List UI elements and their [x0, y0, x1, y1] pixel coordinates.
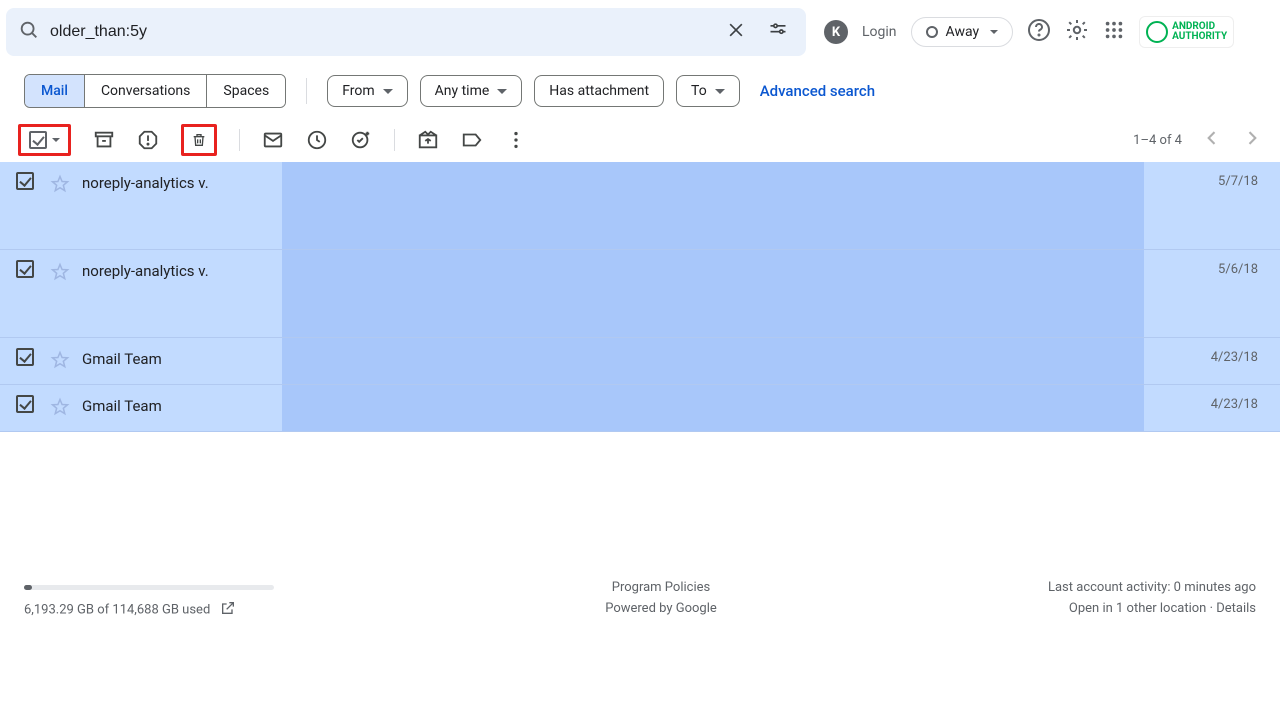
chip-from-label: From — [342, 83, 374, 99]
delete-icon[interactable] — [188, 129, 210, 151]
star-icon[interactable] — [50, 397, 70, 421]
sender: noreply-analytics v. — [82, 260, 282, 280]
archive-icon[interactable] — [93, 129, 115, 151]
status-selector[interactable]: Away — [911, 17, 1014, 47]
apps-grid-icon[interactable] — [1103, 19, 1125, 45]
advanced-search-link[interactable]: Advanced search — [760, 82, 875, 100]
pager-prev-icon[interactable] — [1202, 128, 1222, 152]
pager-range: 1–4 of 4 — [1133, 133, 1182, 148]
chevron-down-icon — [715, 89, 725, 94]
mark-unread-icon[interactable] — [262, 129, 284, 151]
body-preview — [282, 338, 1144, 384]
chip-to[interactable]: To — [676, 75, 740, 107]
footer: 6,193.29 GB of 114,688 GB used Program P… — [0, 578, 1280, 620]
brand-bottom: AUTHORITY — [1172, 32, 1227, 42]
open-other-location[interactable]: Open in 1 other location — [1069, 601, 1206, 616]
row-checkbox[interactable] — [16, 348, 34, 366]
chip-anytime-label: Any time — [435, 83, 490, 99]
date: 4/23/18 — [1144, 395, 1264, 412]
search-input[interactable] — [50, 23, 716, 41]
chevron-down-icon — [990, 30, 998, 34]
header-right: K Login Away ANDROID AUTHORITY — [824, 16, 1242, 48]
divider — [306, 78, 307, 104]
login-link[interactable]: Login — [862, 24, 897, 40]
status-label: Away — [946, 24, 980, 40]
date: 5/7/18 — [1144, 172, 1264, 189]
toolbar-separator — [239, 129, 240, 151]
star-icon[interactable] — [50, 174, 70, 198]
sender: Gmail Team — [82, 395, 282, 415]
chip-to-label: To — [691, 83, 707, 99]
star-icon[interactable] — [50, 262, 70, 286]
labels-icon[interactable] — [461, 129, 483, 151]
pager-next-icon[interactable] — [1242, 128, 1262, 152]
sender: noreply-analytics v. — [82, 172, 282, 192]
body-preview — [282, 385, 1144, 431]
more-menu-icon[interactable] — [505, 129, 527, 151]
android-authority-logo: ANDROID AUTHORITY — [1139, 16, 1234, 48]
search-options-icon[interactable] — [768, 20, 788, 44]
details-link[interactable]: Details — [1216, 601, 1256, 616]
date: 4/23/18 — [1144, 348, 1264, 365]
highlight-delete — [181, 124, 217, 156]
body-preview — [282, 250, 1144, 337]
row-checkbox[interactable] — [16, 172, 34, 190]
storage-section: 6,193.29 GB of 114,688 GB used — [24, 585, 274, 620]
search-icon — [18, 19, 40, 45]
mail-list: noreply-analytics v. 5/7/18 noreply-anal… — [0, 162, 1280, 432]
action-toolbar: 1–4 of 4 — [0, 118, 1280, 162]
search-box[interactable] — [6, 8, 806, 56]
storage-text: 6,193.29 GB of 114,688 GB used — [24, 602, 210, 617]
pager: 1–4 of 4 — [1133, 128, 1262, 152]
row-checkbox[interactable] — [16, 395, 34, 413]
tab-mail[interactable]: Mail — [25, 75, 85, 107]
move-to-icon[interactable] — [417, 129, 439, 151]
account-avatar[interactable]: K — [824, 20, 848, 44]
powered-by: Powered by Google — [605, 599, 717, 620]
filter-chips: From Any time Has attachment To — [327, 75, 740, 107]
tab-spaces[interactable]: Spaces — [207, 75, 285, 107]
chevron-down-icon — [497, 89, 507, 94]
program-policies-link[interactable]: Program Policies — [605, 578, 717, 599]
checkbox-icon — [29, 131, 47, 149]
report-spam-icon[interactable] — [137, 129, 159, 151]
mail-row[interactable]: noreply-analytics v. 5/6/18 — [0, 250, 1280, 338]
tab-conversations[interactable]: Conversations — [85, 75, 207, 107]
add-to-tasks-icon[interactable] — [350, 129, 372, 151]
chip-anytime[interactable]: Any time — [420, 75, 523, 107]
external-link-icon[interactable] — [220, 600, 236, 620]
star-icon[interactable] — [50, 350, 70, 374]
mail-row[interactable]: noreply-analytics v. 5/7/18 — [0, 162, 1280, 250]
filter-row: Mail Conversations Spaces From Any time … — [0, 64, 1280, 118]
last-activity: Last account activity: 0 minutes ago — [1048, 578, 1256, 599]
footer-center: Program Policies Powered by Google — [605, 578, 717, 620]
scope-toggle: Mail Conversations Spaces — [24, 74, 286, 108]
chip-from[interactable]: From — [327, 75, 407, 107]
clear-search-icon[interactable] — [726, 20, 746, 44]
chevron-down-icon — [383, 89, 393, 94]
select-all-checkbox[interactable] — [25, 129, 64, 151]
body-preview — [282, 162, 1144, 249]
status-indicator-icon — [926, 26, 938, 38]
storage-bar — [24, 585, 274, 590]
sender: Gmail Team — [82, 348, 282, 368]
chip-hasatt-label: Has attachment — [549, 83, 649, 99]
top-bar: K Login Away ANDROID AUTHORITY — [0, 0, 1280, 64]
chevron-down-icon — [52, 138, 60, 142]
mail-row[interactable]: Gmail Team 4/23/18 — [0, 385, 1280, 432]
mail-row[interactable]: Gmail Team 4/23/18 — [0, 338, 1280, 385]
chip-hasattachment[interactable]: Has attachment — [534, 75, 664, 107]
footer-right: Last account activity: 0 minutes ago Ope… — [1048, 578, 1256, 620]
date: 5/6/18 — [1144, 260, 1264, 277]
highlight-select-all — [18, 124, 71, 156]
row-checkbox[interactable] — [16, 260, 34, 278]
snooze-icon[interactable] — [306, 129, 328, 151]
toolbar-separator — [394, 129, 395, 151]
settings-gear-icon[interactable] — [1065, 18, 1089, 46]
help-icon[interactable] — [1027, 18, 1051, 46]
